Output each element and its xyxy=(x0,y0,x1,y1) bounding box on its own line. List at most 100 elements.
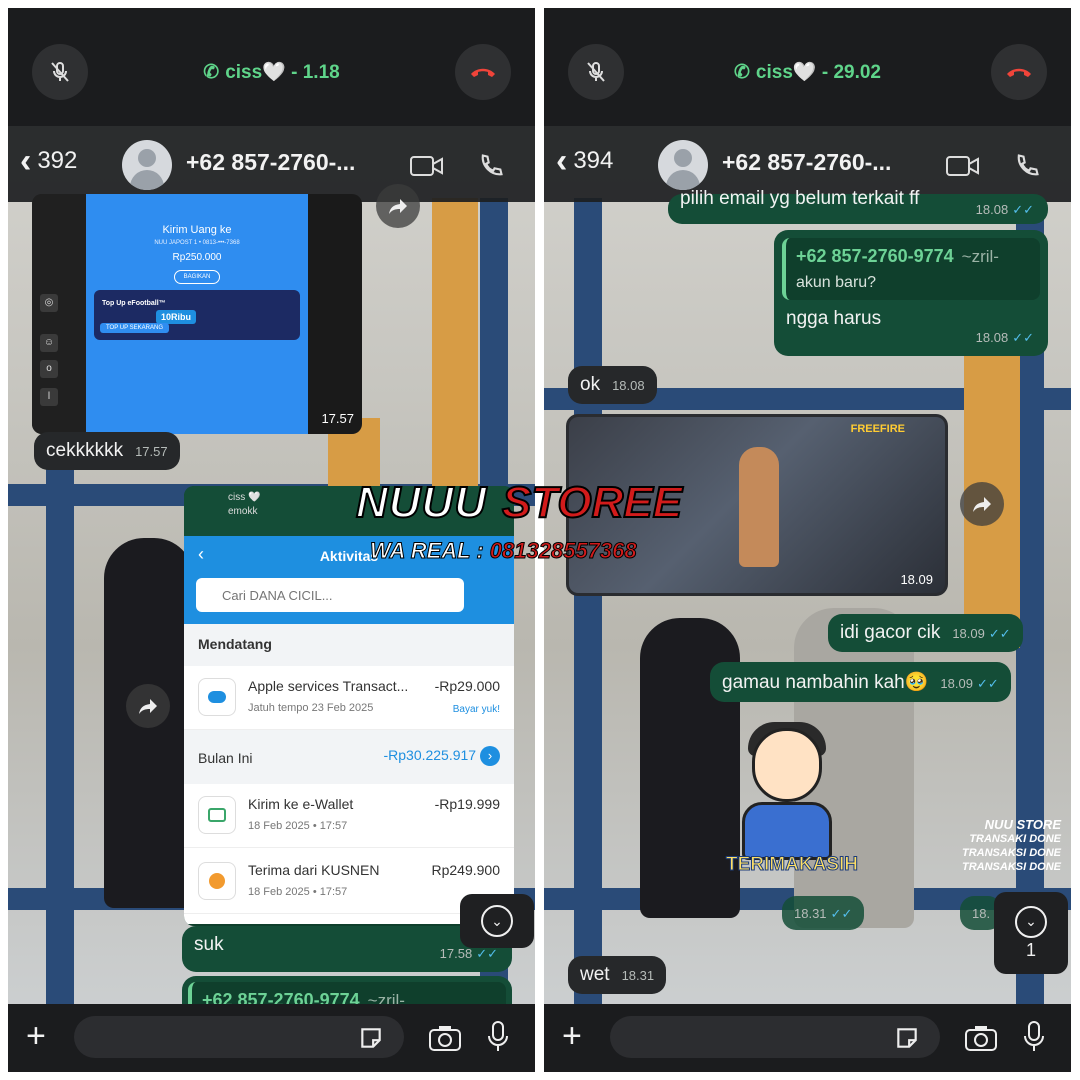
section-title: Mendatang xyxy=(198,636,272,652)
chevron-right-icon: › xyxy=(480,746,500,766)
sticker-line: TRANSAKSI DONE xyxy=(961,847,1061,859)
receipt-amount: Rp250.000 xyxy=(172,252,222,263)
read-ticks-icon: ✓✓ xyxy=(988,626,1011,641)
quote-text: akun baru? xyxy=(796,274,877,291)
scroll-to-bottom-button[interactable]: ⌄ 1 xyxy=(994,892,1068,974)
promo-badge: 10Ribu xyxy=(156,310,197,324)
game-logo: FREEFIRE xyxy=(850,423,905,435)
end-call-button[interactable] xyxy=(455,44,511,100)
transaction-date: 18 Feb 2025 • 17:57 xyxy=(248,886,348,898)
chat-header: ‹ 392 +62 857-2760-... xyxy=(8,126,535,202)
read-ticks-icon: ✓✓ xyxy=(476,946,498,961)
promo-banner: Top Up eFootball™ 10Ribu TOP UP SEKARANG xyxy=(94,290,300,340)
camera-icon[interactable] xyxy=(964,1024,998,1057)
message-text: ngga harus xyxy=(786,308,882,329)
message-time: 18.09 xyxy=(900,572,933,587)
voice-call-icon[interactable] xyxy=(477,152,505,185)
watermark-brand-white: NUUU xyxy=(355,477,488,528)
microphone-icon[interactable] xyxy=(486,1020,510,1059)
watermark-brand-red: STOREE xyxy=(501,477,683,528)
end-call-button[interactable] xyxy=(991,44,1047,100)
contact-name[interactable]: +62 857-2760-... xyxy=(186,149,355,176)
sticker-icon[interactable] xyxy=(358,1025,384,1056)
back-button[interactable]: ‹ 394 xyxy=(556,142,614,180)
message-text: cekkkkkk xyxy=(46,440,124,461)
message-bubble[interactable]: idi gacor cik 18.09 ✓✓ xyxy=(828,614,1023,652)
call-name: ciss🤍 xyxy=(225,62,286,83)
sticker-time-badge: 18.31 ✓✓ xyxy=(782,896,865,930)
message-input[interactable] xyxy=(74,1016,404,1058)
sticker-line: TRANSAKSI DONE xyxy=(961,861,1061,873)
message-time: 18.31 xyxy=(621,968,655,983)
emoji-key-icon: ☺ xyxy=(40,334,58,352)
wallet-icon xyxy=(198,796,236,834)
sticker-message[interactable]: TERIMAKASIH xyxy=(712,718,872,888)
transaction-title: Terima dari KUSNEN xyxy=(248,862,380,878)
message-time: 17.57 xyxy=(135,444,168,459)
call-bar[interactable]: ✆ ciss🤍 - 1.18 xyxy=(8,8,535,126)
image-message[interactable]: ◎ ☺ o l Kirim Uang ke NUU JAPOST 1 • 081… xyxy=(32,194,362,434)
transaction-title: Kirim ke e-Wallet xyxy=(248,796,354,812)
transaction-amount: Rp249.900 xyxy=(431,862,500,878)
contact-name[interactable]: +62 857-2760-... xyxy=(722,149,891,176)
forward-button[interactable] xyxy=(126,684,170,728)
month-total-value: -Rp30.225.917 xyxy=(383,747,477,763)
message-time: 18.09 xyxy=(952,626,985,641)
quote-name: ~zril- xyxy=(961,247,999,266)
month-total: -Rp30.225.917 › xyxy=(383,746,500,766)
message-bubble[interactable]: ok 18.08 xyxy=(568,366,657,404)
sticker-label: TERIMAKASIH xyxy=(726,854,859,876)
transaction-amount: -Rp29.000 xyxy=(434,678,500,694)
sticker-icon[interactable] xyxy=(894,1025,920,1056)
video-call-icon[interactable] xyxy=(409,154,445,183)
message-time: 18.08 xyxy=(975,202,1009,217)
dana-receipt: Kirim Uang ke NUU JAPOST 1 • 0813-•••-73… xyxy=(86,194,308,434)
transaction-row: Kirim ke e-Wallet 18 Feb 2025 • 17:57 -R… xyxy=(184,784,514,848)
transaction-title: Apple services Transact... xyxy=(248,678,409,694)
quoted-message[interactable]: +62 857-2760-9774 ~zril- akun baru? xyxy=(782,238,1040,300)
message-time: 18.09 xyxy=(940,676,973,691)
embedded-chat-name: ciss 🤍 xyxy=(228,492,261,503)
forward-icon xyxy=(973,497,991,512)
read-ticks-icon: ✓✓ xyxy=(976,676,999,691)
call-bar[interactable]: ✆ ciss🤍 - 29.02 xyxy=(544,8,1071,126)
voice-call-icon[interactable] xyxy=(1013,152,1041,185)
message-bubble[interactable]: cekkkkkk 17.57 xyxy=(34,432,180,470)
message-text: ok xyxy=(580,374,601,395)
microphone-icon[interactable] xyxy=(1022,1020,1046,1059)
attach-plus-icon[interactable]: + xyxy=(26,1018,46,1054)
message-text: wet xyxy=(580,964,610,985)
message-bubble[interactable]: pilih email yg belum terkait ff 18.08 ✓✓ xyxy=(668,188,1048,224)
game-character xyxy=(739,447,779,567)
message-input[interactable] xyxy=(610,1016,940,1058)
chevron-left-icon: ‹ xyxy=(556,142,568,180)
unread-count: 394 xyxy=(573,147,614,174)
attach-plus-icon[interactable]: + xyxy=(562,1018,582,1054)
message-bubble[interactable]: wet 18.31 xyxy=(568,956,667,994)
sticker-transaksi-done[interactable]: NUU STORE TRANSAKI DONE TRANSAKSI DONE T… xyxy=(881,818,1061,874)
message-bubble[interactable]: +62 857-2760-9774 ~zril- akun baru? ngga … xyxy=(774,230,1048,356)
read-ticks-icon: ✓✓ xyxy=(1012,202,1034,217)
message-time: 18.08 xyxy=(975,330,1009,345)
avatar[interactable] xyxy=(658,140,708,190)
forward-button[interactable] xyxy=(960,482,1004,526)
pay-link: Bayar yuk! xyxy=(452,704,500,715)
watermark-contact: WA REAL : 081328557368 xyxy=(370,538,638,564)
scroll-to-bottom-button[interactable]: ⌄ xyxy=(460,894,534,948)
sticker-brand: NUU STORE xyxy=(984,817,1061,832)
camera-icon[interactable] xyxy=(428,1024,462,1057)
avatar[interactable] xyxy=(122,140,172,190)
message-bubble[interactable]: gamau nambahin kah🥹 18.09 ✓✓ xyxy=(710,662,1011,702)
message-text: suk xyxy=(194,934,224,955)
apple-services-icon xyxy=(198,678,236,716)
phone-icon: ✆ xyxy=(734,62,750,83)
unread-count: 392 xyxy=(37,147,78,174)
read-ticks-icon: ✓✓ xyxy=(1012,330,1034,345)
message-time: 17.57 xyxy=(321,411,354,426)
share-button: BAGIKAN xyxy=(174,270,220,284)
back-button[interactable]: ‹ 392 xyxy=(20,144,78,178)
forward-button[interactable] xyxy=(376,184,420,228)
video-call-icon[interactable] xyxy=(945,154,981,183)
promo-title: Top Up eFootball™ xyxy=(102,300,166,307)
receive-money-icon xyxy=(198,862,236,900)
